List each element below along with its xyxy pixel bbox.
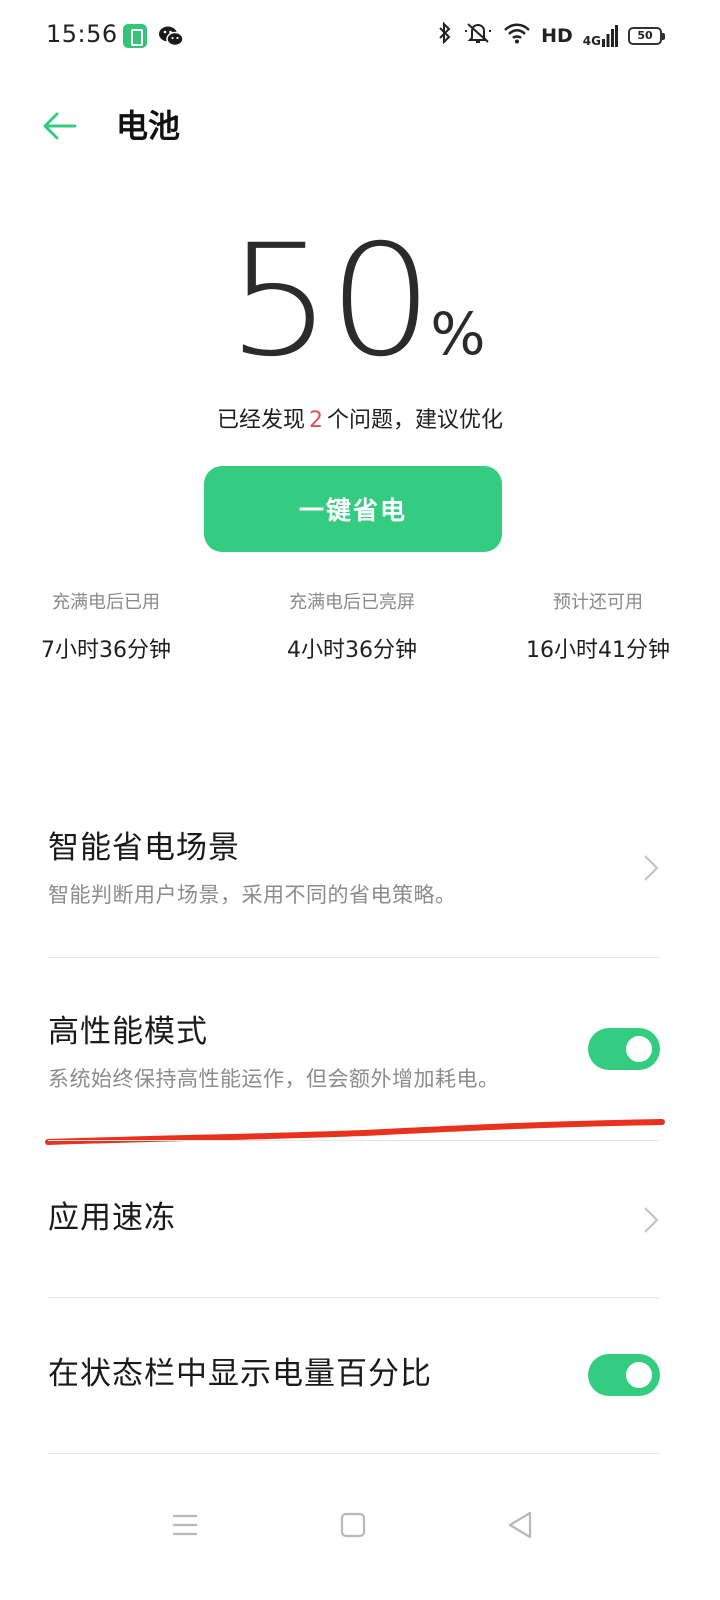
divider	[48, 1297, 660, 1298]
stat-label: 充满电后已用	[52, 592, 160, 613]
battery-percentage: 50%	[0, 222, 720, 382]
stat-label: 充满电后已亮屏	[289, 592, 415, 613]
back-triangle-icon	[508, 1511, 532, 1539]
stat-value: 16小时41分钟	[526, 638, 670, 663]
divider	[48, 957, 660, 958]
stat-used-since-full: 充满电后已用 7小时36分钟	[0, 590, 226, 666]
stat-screen-on-since-full: 充满电后已亮屏 4小时36分钟	[232, 590, 472, 666]
setting-title: 在状态栏中显示电量百分比	[48, 1356, 432, 1392]
stat-estimated-remaining: 预计还可用 16小时41分钟	[478, 590, 718, 666]
header: 电池	[0, 88, 720, 164]
show-percent-toggle[interactable]	[588, 1354, 660, 1396]
status-indicators: HD 4G 50	[437, 21, 665, 51]
nav-menu-button[interactable]	[168, 1508, 202, 1542]
setting-title: 高性能模式	[48, 1014, 208, 1050]
home-square-icon	[340, 1512, 366, 1538]
divider	[48, 1453, 660, 1454]
mute-bell-icon	[463, 21, 493, 51]
chevron-right-icon	[644, 855, 659, 881]
menu-icon	[173, 1514, 197, 1536]
percent-sign: %	[430, 300, 486, 368]
divider	[48, 1140, 660, 1141]
network-type-label: 4G	[582, 34, 601, 48]
chevron-right-icon	[644, 1207, 659, 1233]
bluetooth-icon	[437, 21, 453, 51]
nav-home-button[interactable]	[336, 1508, 370, 1542]
battery-indicator: 50	[628, 27, 665, 45]
setting-title: 应用速冻	[48, 1200, 176, 1236]
status-time: 15:56	[46, 20, 118, 48]
battery-app-notification-icon	[123, 24, 147, 48]
red-annotation-line	[45, 1119, 665, 1145]
nav-back-button[interactable]	[504, 1508, 538, 1542]
setting-title: 智能省电场景	[48, 830, 240, 866]
toggle-knob	[626, 1036, 652, 1062]
arrow-left-icon	[43, 112, 77, 140]
high-performance-toggle[interactable]	[588, 1028, 660, 1070]
back-button[interactable]	[40, 106, 80, 146]
issue-prefix: 已经发现	[216, 408, 305, 433]
setting-show-battery-percent: 在状态栏中显示电量百分比	[48, 1354, 660, 1398]
one-tap-power-save-button[interactable]: 一键省电	[204, 466, 502, 552]
status-bar: 15:56 HD 4G 50	[0, 0, 720, 72]
navigation-bar	[0, 1490, 720, 1560]
toggle-knob	[626, 1362, 652, 1388]
setting-high-performance-mode: 高性能模式 系统始终保持高性能运作，但会额外增加耗电。	[48, 1012, 660, 1092]
issue-count: 2	[309, 408, 323, 433]
wifi-icon	[503, 21, 531, 51]
stat-value: 4小时36分钟	[287, 638, 417, 663]
issue-suffix: 个问题，建议优化	[327, 408, 504, 433]
setting-app-freeze[interactable]: 应用速冻	[48, 1198, 660, 1242]
setting-description: 智能判断用户场景，采用不同的省电策略。	[48, 883, 457, 907]
setting-smart-power-scene[interactable]: 智能省电场景 智能判断用户场景，采用不同的省电策略。	[48, 828, 660, 908]
battery-percent-value: 50	[226, 212, 434, 391]
hd-indicator: HD	[541, 25, 573, 47]
wechat-notification-icon	[158, 24, 184, 48]
issue-summary: 已经发现 2 个问题，建议优化	[0, 402, 720, 434]
setting-description: 系统始终保持高性能运作，但会额外增加耗电。	[48, 1067, 500, 1091]
page-title: 电池	[116, 107, 181, 145]
stat-value: 7小时36分钟	[41, 638, 171, 663]
cellular-signal-icon: 4G	[583, 25, 618, 47]
stat-label: 预计还可用	[553, 592, 643, 613]
